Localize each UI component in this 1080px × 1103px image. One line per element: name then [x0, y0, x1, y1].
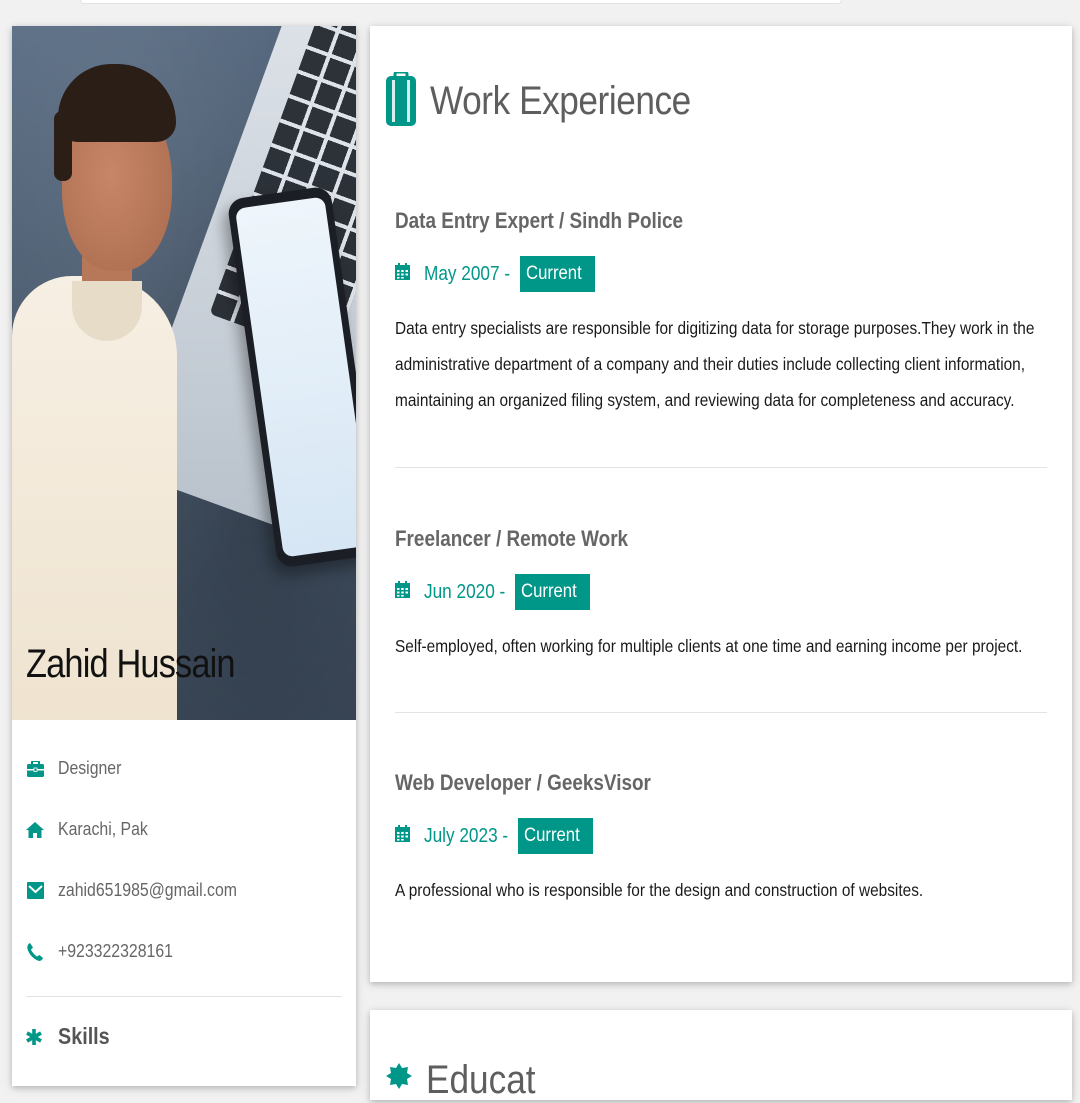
- job-date-row: Jun 2020 - Current: [395, 574, 1047, 610]
- skills-heading: Skills: [26, 1023, 342, 1050]
- job-description: Self-employed, often working for multipl…: [395, 636, 1023, 656]
- job-date-row: May 2007 - Current: [395, 256, 1047, 292]
- briefcase-icon: [26, 760, 44, 778]
- certificate-icon: [386, 1063, 412, 1098]
- profile-card: Zahid Hussain Designer Karachi, Pak zahi…: [12, 26, 356, 1086]
- job-date: May 2007 -: [424, 262, 511, 285]
- education-title: Educat: [426, 1058, 536, 1102]
- profile-info: Designer Karachi, Pak zahid651985@gmail.…: [12, 720, 356, 1050]
- job-item: Freelancer / Remote Work Jun 2020 - Curr…: [395, 526, 1047, 664]
- job-item: Data Entry Expert / Sindh Police May 200…: [395, 208, 1047, 418]
- job-item: Web Developer / GeeksVisor July 2023 - C…: [395, 770, 1047, 908]
- info-role-text: Designer: [58, 758, 122, 778]
- job-title: Freelancer / Remote Work: [395, 526, 629, 551]
- info-location-text: Karachi, Pak: [58, 819, 148, 839]
- phone-icon: [26, 942, 44, 961]
- current-badge: Current: [520, 256, 596, 292]
- job-date: July 2023 -: [424, 824, 509, 847]
- job-title: Data Entry Expert / Sindh Police: [395, 208, 684, 233]
- info-divider: [26, 996, 342, 997]
- job-divider: [395, 712, 1047, 713]
- asterisk-icon: [26, 1028, 44, 1046]
- job-date: Jun 2020 -: [424, 580, 506, 603]
- home-icon: [26, 821, 44, 839]
- calendar-icon: [395, 581, 410, 603]
- education-card: Educat: [370, 1010, 1072, 1103]
- section-title: Work Experience: [430, 79, 691, 123]
- info-phone-text[interactable]: +923322328161: [58, 941, 173, 962]
- info-location: Karachi, Pak: [26, 799, 342, 860]
- envelope-icon: [26, 882, 44, 900]
- current-badge: Current: [517, 818, 594, 854]
- work-experience-header: Work Experience: [386, 70, 726, 131]
- top-bar-strip: [80, 0, 842, 4]
- info-phone[interactable]: +923322328161: [26, 921, 342, 982]
- calendar-icon: [395, 825, 410, 847]
- profile-photo: Zahid Hussain: [12, 26, 356, 720]
- job-divider: [395, 467, 1047, 468]
- suitcase-icon: [386, 70, 416, 131]
- job-title: Web Developer / GeeksVisor: [395, 770, 651, 795]
- job-date-row: July 2023 - Current: [395, 818, 1047, 854]
- profile-name: Zahid Hussain: [26, 642, 236, 686]
- calendar-icon: [395, 263, 410, 285]
- job-description: Data entry specialists are responsible f…: [395, 318, 1035, 410]
- info-email-text[interactable]: zahid651985@gmail.com: [58, 880, 237, 901]
- info-role: Designer: [26, 738, 342, 799]
- education-header: Educat: [386, 1058, 551, 1103]
- info-email[interactable]: zahid651985@gmail.com: [26, 860, 342, 921]
- job-description: A professional who is responsible for th…: [395, 880, 924, 900]
- current-badge: Current: [514, 574, 590, 610]
- skills-label: Skills: [58, 1023, 110, 1049]
- work-experience-card: Work Experience Data Entry Expert / Sind…: [370, 26, 1072, 982]
